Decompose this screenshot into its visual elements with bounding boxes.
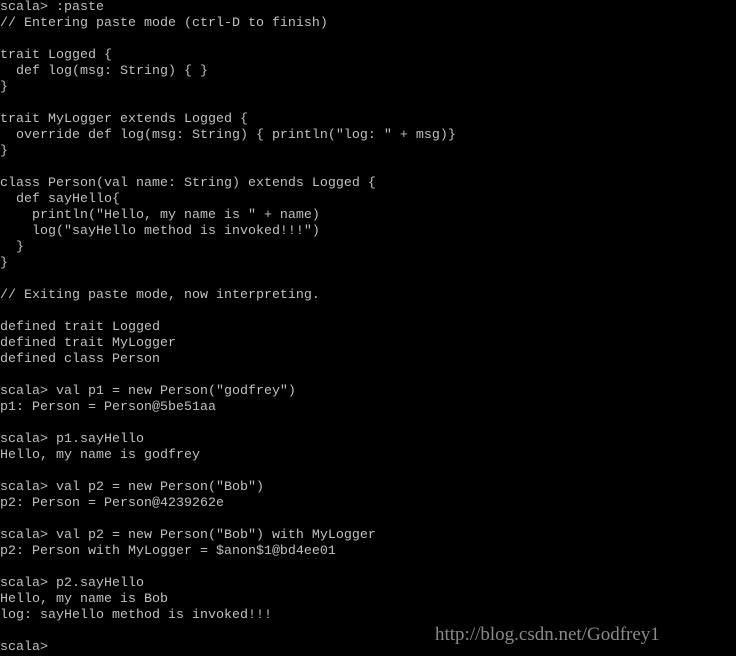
output-line: class Person(val name: String) extends L… (0, 176, 376, 191)
output-line: trait MyLogger extends Logged { (0, 112, 248, 127)
output-line: } (0, 144, 8, 159)
prompt-line: scala> p1.sayHello (0, 432, 144, 447)
output-line: // Entering paste mode (ctrl-D to finish… (0, 16, 328, 31)
output-line: log: sayHello method is invoked!!! (0, 608, 272, 623)
output-line: p1: Person = Person@5be51aa (0, 400, 216, 415)
prompt-line: scala> :paste (0, 0, 104, 15)
prompt-line: scala> val p2 = new Person("Bob") (0, 480, 264, 495)
output-line: } (0, 256, 8, 271)
terminal-output[interactable]: scala> :paste// Entering paste mode (ctr… (0, 0, 456, 656)
prompt-line: scala> p2.sayHello (0, 576, 144, 591)
output-line: println("Hello, my name is " + name) (0, 208, 320, 223)
output-line: def log(msg: String) { } (0, 64, 208, 79)
output-line: p2: Person with MyLogger = $anon$1@bd4ee… (0, 544, 336, 559)
output-line: defined trait Logged (0, 320, 160, 335)
prompt-line: scala> val p2 = new Person("Bob") with M… (0, 528, 376, 543)
output-line: p2: Person = Person@4239262e (0, 496, 224, 511)
output-line: override def log(msg: String) { println(… (0, 128, 456, 143)
output-line: } (0, 240, 24, 255)
output-line: Hello, my name is Bob (0, 592, 168, 607)
prompt-line: scala> val p1 = new Person("godfrey") (0, 384, 296, 399)
output-line: def sayHello{ (0, 192, 120, 207)
prompt-line: scala> (0, 640, 56, 655)
output-line: log("sayHello method is invoked!!!") (0, 224, 320, 239)
output-line: defined trait MyLogger (0, 336, 176, 351)
output-line: trait Logged { (0, 48, 112, 63)
output-line: defined class Person (0, 352, 160, 367)
output-line: Hello, my name is godfrey (0, 448, 200, 463)
output-line: // Exiting paste mode, now interpreting. (0, 288, 320, 303)
output-line: } (0, 80, 8, 95)
watermark: http://blog.csdn.net/Godfrey1 (435, 624, 660, 645)
